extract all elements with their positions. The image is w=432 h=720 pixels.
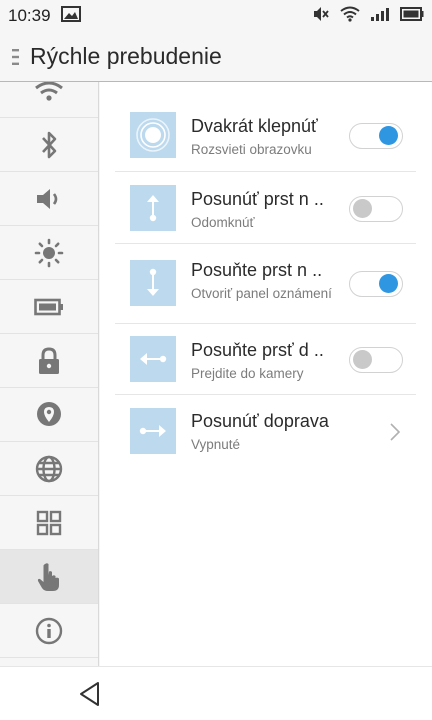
sidebar-item-gestures[interactable] <box>0 550 98 604</box>
location-icon <box>37 401 61 426</box>
chevron-right-icon <box>390 423 401 441</box>
gesture-title: Posuňte prsť d .. <box>191 340 324 360</box>
lock-icon <box>39 346 59 374</box>
gesture-row-swipe-down[interactable]: Posuňte prst n .. Otvoriť panel oznámení <box>115 244 416 324</box>
battery-status-icon <box>400 6 424 27</box>
swipe-up-toggle[interactable] <box>349 196 403 222</box>
sidebar-item-sound[interactable] <box>0 172 98 226</box>
gesture-subtitle: Prejdite do kamery <box>191 366 304 381</box>
globe-icon <box>35 455 63 482</box>
gesture-title: Posunúť prst n .. <box>191 189 324 209</box>
back-icon[interactable] <box>78 681 102 707</box>
double-tap-toggle[interactable] <box>349 123 403 149</box>
swipe-up-icon <box>130 185 176 231</box>
sidebar-item-battery[interactable] <box>0 280 98 334</box>
toggle-knob <box>353 350 372 369</box>
gesture-row-swipe-left[interactable]: Posuňte prsť d .. Prejdite do kamery <box>115 324 416 395</box>
gesture-row-swipe-right[interactable]: Posunúť doprava Vypnuté <box>115 395 416 467</box>
battery-icon <box>34 298 63 315</box>
gesture-title: Posunúť doprava <box>191 411 329 431</box>
wifi-status-icon <box>340 6 360 27</box>
gesture-title: Dvakrát klepnúť <box>191 116 318 136</box>
sidebar-item-bluetooth[interactable] <box>0 118 98 172</box>
gesture-subtitle: Vypnuté <box>191 437 241 452</box>
double-tap-icon <box>130 112 176 158</box>
gesture-subtitle: Rozsvieti obrazovku <box>191 142 312 157</box>
sidebar-item-security[interactable] <box>0 334 98 388</box>
gesture-row-swipe-up[interactable]: Posunúť prst n .. Odomknúť <box>115 172 416 244</box>
toggle-knob <box>379 274 398 293</box>
navigation-bar <box>0 666 432 720</box>
hand-gesture-icon <box>37 562 59 591</box>
mute-icon <box>312 5 330 28</box>
sidebar-item-apps[interactable] <box>0 496 98 550</box>
signal-icon <box>370 6 390 27</box>
swipe-left-toggle[interactable] <box>349 347 403 373</box>
status-time: 10:39 <box>8 6 51 25</box>
sidebar-item-about[interactable] <box>0 604 98 658</box>
swipe-down-icon <box>130 260 176 306</box>
gesture-subtitle: Otvoriť panel oznámení <box>191 286 332 301</box>
sidebar-item-location[interactable] <box>0 388 98 442</box>
brightness-icon <box>34 238 64 267</box>
sidebar-item-display[interactable] <box>0 226 98 280</box>
toggle-knob <box>379 126 398 145</box>
sidebar-item-language[interactable] <box>0 442 98 496</box>
image-notification-icon <box>60 5 81 27</box>
page-title: Rýchle prebudenie <box>30 43 222 69</box>
gesture-row-double-tap[interactable]: Dvakrát klepnúť Rozsvieti obrazovku <box>115 99 416 172</box>
info-icon <box>35 617 63 644</box>
gesture-title: Posuňte prst n .. <box>191 260 323 280</box>
app-header: Rýchle prebudenie <box>0 32 432 82</box>
bluetooth-icon <box>42 131 57 158</box>
gesture-settings-list: Dvakrát klepnúť Rozsvieti obrazovku Posu… <box>100 82 432 666</box>
swipe-right-icon <box>130 408 176 454</box>
swipe-down-toggle[interactable] <box>349 271 403 297</box>
sidebar-item-wifi[interactable] <box>0 82 98 118</box>
gesture-subtitle: Odomknúť <box>191 215 255 230</box>
apps-grid-icon <box>36 510 62 535</box>
volume-icon <box>37 188 58 209</box>
settings-sidebar <box>0 82 99 666</box>
swipe-left-icon <box>130 336 176 382</box>
menu-icon[interactable] <box>4 32 28 82</box>
status-bar: 10:39 <box>0 0 432 32</box>
wifi-icon <box>35 82 63 101</box>
toggle-knob <box>353 199 372 218</box>
